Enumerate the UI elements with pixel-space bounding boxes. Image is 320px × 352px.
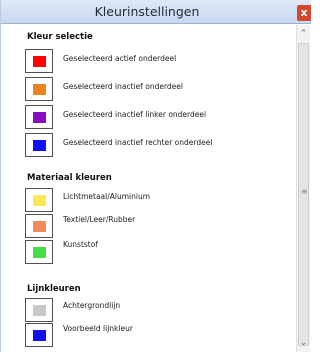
color-swatch-selected-active[interactable]: [25, 49, 53, 73]
label-achtergrondlijn: Achtergrondlijn: [63, 301, 121, 310]
color-swatch-textiel[interactable]: [25, 214, 53, 238]
swatch-fill: [33, 56, 46, 67]
swatch-fill: [33, 305, 46, 316]
label-textiel: Textiel/Leer/Rubber: [63, 215, 136, 224]
color-swatch-kunststof[interactable]: [25, 240, 53, 264]
label-selected-inactive: Geselecteerd inactief onderdeel: [63, 82, 183, 91]
color-swatch-selected-inactive-right[interactable]: [25, 133, 53, 157]
color-swatch-lichtmetaal[interactable]: [25, 188, 53, 212]
color-swatch-achtergrondlijn[interactable]: [25, 298, 53, 322]
swatch-fill: [33, 221, 46, 232]
color-swatch-selected-inactive-left[interactable]: [25, 105, 53, 129]
swatch-fill: [33, 330, 46, 341]
swatch-fill: [33, 84, 46, 95]
color-swatch-selected-inactive[interactable]: [25, 77, 53, 101]
label-kunststof: Kunststof: [63, 240, 98, 249]
section-title-lijnkleuren: Lijnkleuren: [27, 284, 81, 294]
swatch-fill: [33, 195, 46, 206]
vertical-scrollbar[interactable]: ⌃ ≡ ⌄: [296, 25, 310, 352]
window-title: Kleurinstellingen: [94, 4, 200, 19]
label-selected-active: Geselecteerd actief onderdeel: [63, 54, 177, 63]
settings-panel: Kleur selectie Geselecteerd actief onder…: [1, 25, 297, 352]
grip-icon: ≡: [301, 187, 308, 196]
swatch-fill: [33, 112, 46, 123]
label-voorbeeld-lijnkleur: Voorbeeld lijnkleur: [63, 324, 133, 333]
kleurinstellingen-window: Kleurinstellingen x Kleur selectie Gesel…: [0, 0, 311, 352]
label-lichtmetaal: Lichtmetaal/Aluminium: [63, 192, 150, 201]
label-selected-inactive-left: Geselecteerd inactief linker onderdeel: [63, 110, 207, 119]
title-bar: Kleurinstellingen x: [1, 0, 311, 24]
chevron-down-icon[interactable]: ⌄: [297, 336, 310, 350]
section-title-materiaal-kleuren: Materiaal kleuren: [27, 173, 112, 183]
color-swatch-voorbeeld-lijnkleur[interactable]: [25, 323, 53, 347]
label-selected-inactive-right: Geselecteerd inactief rechter onderdeel: [63, 138, 213, 147]
close-button[interactable]: x: [297, 5, 311, 21]
scroll-thumb[interactable]: ≡: [298, 43, 309, 346]
swatch-fill: [33, 140, 46, 151]
section-title-kleur-selectie: Kleur selectie: [27, 32, 93, 42]
swatch-fill: [33, 247, 46, 258]
chevron-up-icon[interactable]: ⌃: [297, 27, 310, 41]
